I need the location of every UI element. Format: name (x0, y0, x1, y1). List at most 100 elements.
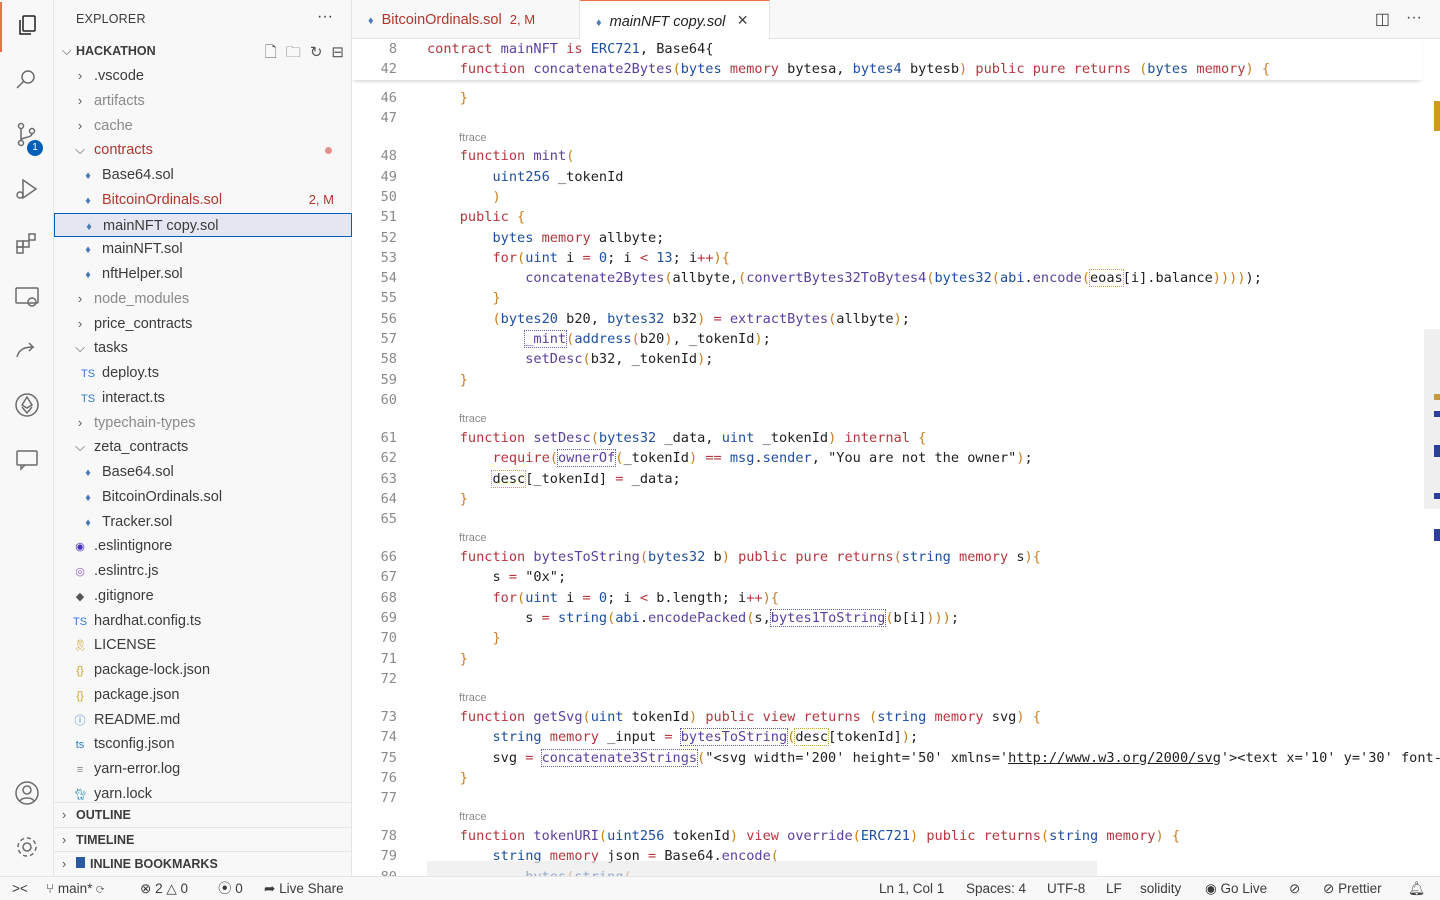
file-item[interactable]: ≡ yarn-error.log (54, 757, 352, 781)
overview-ruler[interactable] (1424, 39, 1440, 876)
new-folder-icon[interactable]: 🗀 (286, 41, 301, 65)
activity-search[interactable] (0, 55, 54, 105)
code-line[interactable]: 77 (352, 788, 1422, 808)
code-line[interactable]: 68 for(uint i = 0; i < b.length; i++){ (352, 588, 1422, 608)
file-item[interactable]: 🎗︎ LICENSE (54, 633, 352, 657)
codelens-ftrace[interactable]: ftrace (352, 809, 1422, 826)
code-line[interactable]: 54 concatenate2Bytes(allbyte,(convertByt… (352, 268, 1422, 288)
file-item[interactable]: TS interact.ts (54, 386, 352, 410)
code-line[interactable]: 49 uint256 _tokenId (352, 167, 1422, 187)
folder-item[interactable]: › .vscode (54, 64, 352, 88)
code-line[interactable]: 74 string memory _input = bytesToString(… (352, 727, 1422, 747)
code-line[interactable]: 65 (352, 509, 1422, 529)
section-outline[interactable]: › OUTLINE (54, 802, 352, 826)
activity-run-debug[interactable] (0, 164, 54, 214)
code-line[interactable]: 51 public { (352, 207, 1422, 227)
activity-source-control[interactable]: 1 (0, 110, 54, 160)
activity-settings-gear[interactable] (0, 822, 54, 872)
code-line[interactable]: 58 setDesc(b32, _tokenId); (352, 349, 1422, 369)
code-line[interactable]: 64 } (352, 489, 1422, 509)
refresh-icon[interactable]: ↻ (310, 41, 323, 65)
file-item[interactable]: ♦ BitcoinOrdinals.sol 2, M (54, 188, 352, 212)
sticky-line[interactable]: 8 contract mainNFT is ERC721, Base64{ (352, 39, 1422, 59)
code-line[interactable]: 48 function mint( (352, 146, 1422, 166)
tab-bitcoinordinals[interactable]: ♦ BitcoinOrdinals.sol 2, M (352, 0, 580, 39)
file-item[interactable]: ◆ .gitignore (54, 584, 352, 608)
code-line[interactable]: 63 desc[_tokenId] = _data; (352, 469, 1422, 489)
file-item[interactable]: {} package-lock.json (54, 658, 352, 682)
file-item[interactable]: ♦ Tracker.sol (54, 510, 352, 534)
file-item[interactable]: ♦ mainNFT.sol (54, 237, 352, 261)
code-line[interactable]: 62 require(ownerOf(_tokenId) == msg.send… (352, 448, 1422, 468)
codelens-ftrace[interactable]: ftrace (352, 411, 1422, 428)
code-line[interactable]: 50 ) (352, 187, 1422, 207)
code-line[interactable]: 70 } (352, 628, 1422, 648)
code-line[interactable]: 47 (352, 108, 1422, 128)
activity-account[interactable] (0, 768, 54, 818)
tab-mainnft-copy[interactable]: ♦ mainNFT copy.sol × (580, 0, 770, 40)
code-line[interactable]: 53 for(uint i = 0; i < 13; i++){ (352, 248, 1422, 268)
activity-files[interactable] (0, 2, 54, 52)
code-line[interactable]: 71 } (352, 649, 1422, 669)
section-inline-bookmarks[interactable]: › INLINE BOOKMARKS (54, 851, 352, 875)
code-line[interactable]: 55 } (352, 288, 1422, 308)
file-item[interactable]: ◉ .eslintignore (54, 534, 352, 558)
activity-live-share[interactable] (0, 326, 54, 376)
folder-item[interactable]: › typechain-types (54, 411, 352, 435)
folder-item[interactable]: › artifacts (54, 89, 352, 113)
live-share-button[interactable]: ➦ Live Share (264, 877, 344, 900)
code-line[interactable]: 56 (bytes20 b20, bytes32 b32) = extractB… (352, 309, 1422, 329)
file-item[interactable]: ♦ BitcoinOrdinals.sol (54, 485, 352, 509)
activity-comments[interactable] (0, 434, 54, 484)
file-item[interactable]: ♦ nftHelper.sol (54, 262, 352, 286)
code-line[interactable]: 61 function setDesc(bytes32 _data, uint … (352, 428, 1422, 448)
collapse-all-icon[interactable]: ⊟ (331, 41, 344, 65)
codelens-ftrace[interactable]: ftrace (352, 130, 1422, 147)
folder-item[interactable]: › cache (54, 114, 352, 138)
problems-indicator[interactable]: ⊗ 2 △ 0 (140, 877, 188, 900)
split-editor-icon[interactable]: ◫ (1375, 9, 1390, 29)
close-tab-icon[interactable]: × (737, 10, 748, 30)
file-item[interactable]: ⓘ README.md (54, 708, 352, 732)
remote-indicator[interactable]: >< (12, 877, 28, 900)
copilot-icon[interactable]: ⊘ (1289, 877, 1300, 900)
code-line[interactable]: 57 _mint(address(b20), _tokenId); (352, 329, 1422, 349)
branch-indicator[interactable]: ⑂ main* ⟳ (46, 877, 104, 900)
folder-item[interactable]: ⌵ tasks (54, 336, 352, 360)
code-line[interactable]: 60 (352, 390, 1422, 410)
file-item[interactable]: TS deploy.ts (54, 361, 352, 385)
file-item[interactable]: ♦ mainNFT copy.sol (54, 212, 352, 237)
code-editor[interactable]: 8 contract mainNFT is ERC721, Base64{42 f… (352, 39, 1440, 876)
file-item[interactable]: {} package.json (54, 683, 352, 707)
file-item[interactable]: ♦ Base64.sol (54, 163, 352, 187)
sticky-line[interactable]: 42 function concatenate2Bytes(bytes memo… (352, 59, 1422, 79)
code-line[interactable]: 75 svg = concatenate3Strings("<svg width… (352, 748, 1440, 768)
section-timeline[interactable]: › TIMELINE (54, 826, 352, 851)
go-live-button[interactable]: ◉ Go Live (1205, 877, 1267, 900)
new-file-icon[interactable]: 🗋 (265, 41, 277, 65)
activity-remote-explorer[interactable] (0, 272, 54, 322)
codelens-ftrace[interactable]: ftrace (352, 690, 1422, 707)
folder-item[interactable]: › price_contracts (54, 312, 352, 336)
file-item[interactable]: ts tsconfig.json (54, 732, 352, 756)
explorer-more-button[interactable]: ··· (317, 8, 333, 26)
encoding[interactable]: UTF-8 (1047, 877, 1085, 900)
code-line[interactable]: 59 } (352, 370, 1422, 390)
code-line[interactable]: 67 s = "0x"; (352, 567, 1422, 587)
folder-item[interactable]: ⌵ zeta_contracts (54, 435, 352, 459)
code-line[interactable]: 78 function tokenURI(uint256 tokenId) vi… (352, 826, 1422, 846)
folder-item[interactable]: › node_modules (54, 287, 352, 311)
codelens-ftrace[interactable]: ftrace (352, 530, 1422, 547)
code-line[interactable]: 66 function bytesToString(bytes32 b) pub… (352, 547, 1422, 567)
prettier-button[interactable]: ⊘ Prettier (1323, 877, 1382, 900)
horizontal-scrollbar[interactable] (427, 861, 1097, 876)
code-line[interactable]: 52 bytes memory allbyte; (352, 228, 1422, 248)
file-item[interactable]: TS hardhat.config.ts (54, 609, 352, 633)
more-actions-icon[interactable]: ··· (1406, 9, 1422, 29)
language-mode[interactable]: solidity (1140, 877, 1181, 900)
activity-extensions[interactable] (0, 218, 54, 268)
activity-ethereum[interactable] (0, 380, 54, 430)
code-line[interactable]: 73 function getSvg(uint tokenId) public … (352, 707, 1422, 727)
ports-indicator[interactable]: ⦿ 0 (218, 877, 243, 900)
sticky-scroll[interactable]: 8 contract mainNFT is ERC721, Base64{42 f… (352, 39, 1422, 80)
